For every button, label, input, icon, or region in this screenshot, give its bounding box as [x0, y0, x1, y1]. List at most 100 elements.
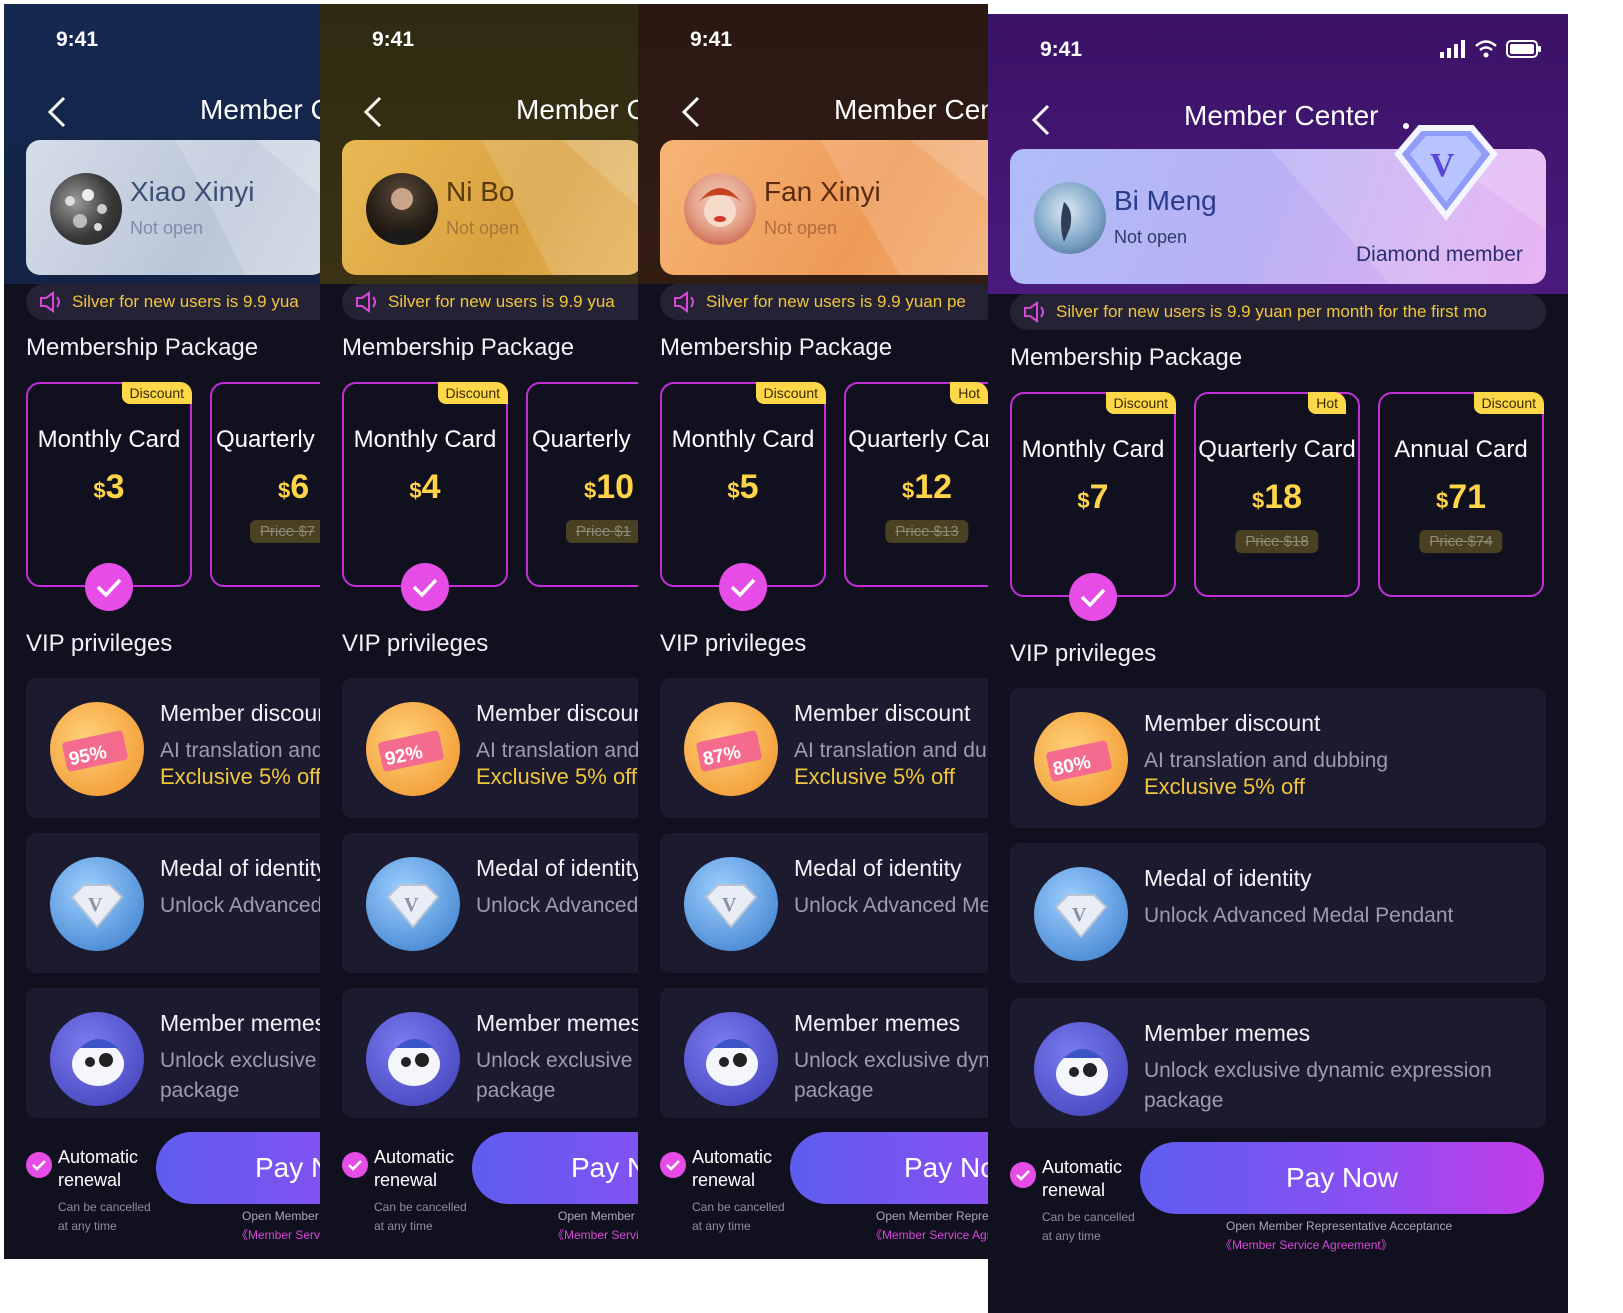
plan-monthly[interactable]: Discount Monthly Card $5	[660, 382, 826, 611]
selected-check-icon	[401, 563, 449, 611]
privilege-medal: V Medal of identity Unlock Advanced Meda…	[342, 833, 638, 973]
status-icons	[1440, 40, 1542, 58]
privilege-memes: Member memes Unlock exclusive dynamic ex…	[342, 988, 638, 1118]
plan-price: $5	[727, 468, 759, 506]
pay-now-button[interactable]: Pay Now	[790, 1132, 988, 1204]
pay-now-label: Pay Now	[903, 1152, 988, 1183]
privilege-desc: Unlock Advanced Medal Pendant	[160, 894, 320, 917]
membership-level: Diamond member	[1356, 243, 1523, 266]
privilege-offer: Exclusive 5% off	[794, 764, 956, 789]
renew-note-line: at any time	[1042, 1229, 1101, 1243]
diamond-badge-icon: V	[1394, 123, 1498, 221]
auto-renew-checkbox[interactable]	[342, 1152, 368, 1178]
privilege-desc-line: package	[1144, 1089, 1224, 1112]
back-arrow-icon[interactable]	[44, 92, 70, 132]
pay-now-button[interactable]: Pay Now	[156, 1132, 320, 1204]
service-agreement-link[interactable]: 《Member Service Agreement》	[1220, 1236, 1393, 1253]
auto-renew-checkbox[interactable]	[1010, 1162, 1036, 1188]
renew-label-line: Automatic	[692, 1147, 773, 1167]
original-price: Price $18	[1235, 530, 1319, 553]
plan-price: $7	[1077, 478, 1109, 516]
back-arrow-icon[interactable]	[360, 92, 386, 132]
plan-name: Annual Card	[1394, 436, 1528, 463]
avatar	[1034, 182, 1106, 254]
discount-coupon-icon: 80%	[1034, 712, 1128, 806]
privilege-medal: V Medal of identity Unlock Advanced Meda…	[26, 833, 320, 973]
plan-monthly[interactable]: Discount Monthly Card $7	[1010, 392, 1176, 621]
vip-title: VIP privileges	[26, 630, 173, 657]
auto-renew-checkbox[interactable]	[660, 1152, 686, 1178]
member-card: Xiao Xinyi Not open	[26, 140, 320, 275]
pay-now-button[interactable]: Pay Now	[1140, 1142, 1544, 1214]
renew-label-line: renewal	[692, 1170, 756, 1190]
auto-renew-label: Automatic renewal	[1042, 1156, 1122, 1202]
auto-renew-label: Automatic renewal	[374, 1146, 454, 1192]
package-title: Membership Package	[342, 334, 575, 361]
pay-now-label: Pay Now	[570, 1152, 638, 1183]
plan-name: Monthly Card	[1021, 436, 1165, 463]
privilege-title: Member memes	[160, 1010, 320, 1036]
service-agreement-link[interactable]: 《Member Service Agreement》	[870, 1226, 988, 1243]
service-agreement-link[interactable]: 《Member Service Agreement》	[552, 1226, 638, 1243]
notice-text: Silver for new users is 9.9 yua	[388, 292, 615, 311]
speaker-icon	[1024, 301, 1044, 323]
auto-renew-checkbox[interactable]	[26, 1152, 52, 1178]
privilege-memes: Member memes Unlock exclusive dynamic ex…	[1010, 998, 1546, 1128]
service-agreement-link[interactable]: 《Member Service Agreement》	[236, 1226, 320, 1243]
privilege-desc: AI translation and dubbing	[160, 739, 320, 762]
membership-status: Not open	[130, 218, 204, 238]
plan-quarterly[interactable]: Hot Quarterly Card $18 Price $18	[1194, 392, 1360, 597]
mockup-stage: 9:41 Member C Xiao Xinyi Not open Silver…	[0, 0, 1623, 1313]
badge-discount: Discount	[121, 382, 192, 404]
member-card: Fan Xinyi Not open	[660, 140, 988, 275]
back-arrow-icon[interactable]	[678, 92, 704, 132]
back-arrow-icon[interactable]	[1028, 100, 1054, 140]
privilege-title: Member memes	[476, 1010, 638, 1036]
plan-name: Monthly Card	[671, 426, 815, 453]
pay-now-button[interactable]: Pay Now	[472, 1132, 638, 1204]
plan-price-value: 12	[914, 468, 953, 506]
screen-orange: 9:41 Member Cen Fan Xinyi Not open Silve…	[638, 4, 988, 1259]
privilege-offer: Exclusive 5% off	[160, 764, 320, 789]
privilege-desc: Unlock exclusive dynamic expression packa…	[476, 1046, 638, 1106]
privilege-desc: Unlock exclusive dynamic expression packa…	[160, 1046, 320, 1106]
privilege-title: Medal of identity	[476, 855, 638, 881]
renew-note: Can be cancelled at any time	[374, 1198, 467, 1236]
notice-text: Silver for new users is 9.9 yuan pe	[706, 292, 966, 311]
status-time: 9:41	[1040, 38, 1083, 61]
page-title: Member C	[200, 94, 320, 125]
plan-name: Monthly Card	[353, 426, 497, 453]
svg-text:V: V	[404, 894, 419, 916]
discount-coupon-icon: 92%	[366, 702, 460, 796]
avatar	[366, 173, 438, 245]
renew-label-line: Automatic	[374, 1147, 455, 1167]
plan-monthly[interactable]: Discount Monthly Card $3	[26, 382, 192, 611]
plan-annual[interactable]: Discount Annual Card $71 Price $74	[1378, 392, 1544, 597]
renew-label-line: renewal	[1042, 1180, 1106, 1200]
selected-check-icon	[85, 563, 133, 611]
renew-note-line: Can be cancelled	[374, 1200, 467, 1214]
plan-name: Quarterly Card	[848, 426, 988, 453]
original-price: Price $13	[885, 520, 969, 543]
plan-name: Monthly Card	[37, 426, 181, 453]
user-name: Ni Bo	[446, 176, 515, 207]
package-title: Membership Package	[26, 334, 259, 361]
discount-coupon-icon: 95%	[50, 702, 144, 796]
svg-text:V: V	[1430, 147, 1455, 184]
plan-name: Quarterly Card	[532, 426, 638, 453]
speaker-icon	[40, 291, 60, 313]
plan-quarterly[interactable]: Quarterly Card $10 Price $1	[526, 382, 638, 587]
plan-price-value: 7	[1089, 478, 1109, 516]
renew-note-line: Can be cancelled	[1042, 1210, 1135, 1224]
user-name: Bi Meng	[1114, 185, 1217, 216]
plan-price: $10	[584, 468, 635, 506]
plan-quarterly[interactable]: Hot Quarterly Card $12 Price $13	[844, 382, 988, 587]
privilege-desc: Unlock Advanced Medal Pendant	[794, 894, 988, 917]
user-name: Fan Xinyi	[764, 176, 881, 207]
original-price: Price $74	[1419, 530, 1503, 553]
meme-character-icon	[366, 1012, 460, 1106]
plan-monthly[interactable]: Discount Monthly Card $4	[342, 382, 508, 611]
renew-note: Can be cancelled at any time	[692, 1198, 785, 1236]
auto-renew-label: Automatic renewal	[692, 1146, 772, 1192]
plan-quarterly[interactable]: Quarterly Card $6 Price $7	[210, 382, 320, 587]
